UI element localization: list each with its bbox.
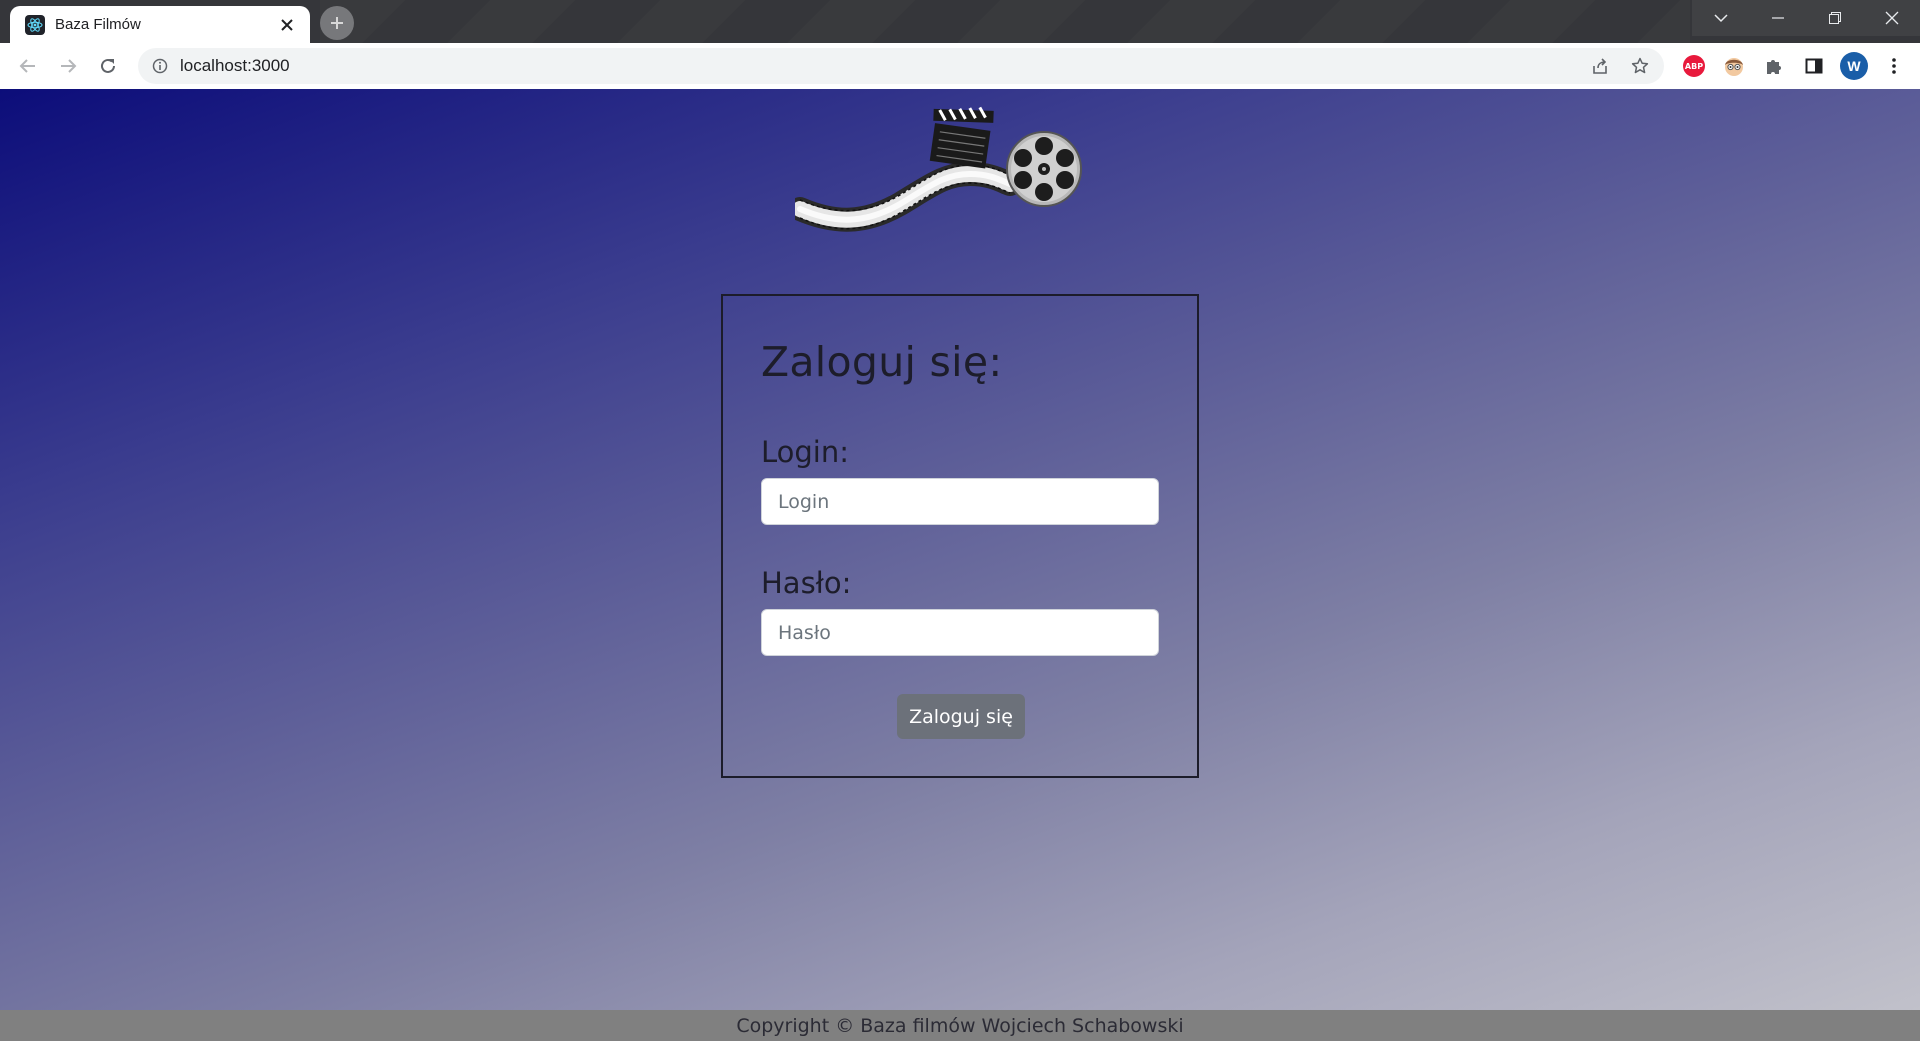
password-label: Hasło: (761, 566, 852, 600)
back-button[interactable] (10, 48, 46, 84)
address-url[interactable]: localhost:3000 (180, 56, 1584, 76)
tab-title: Baza Filmów (55, 16, 141, 33)
restore-button[interactable] (1806, 0, 1863, 36)
login-submit-button[interactable]: Zaloguj się (897, 694, 1025, 739)
tab-search-button[interactable] (1692, 0, 1749, 36)
profile-button[interactable]: W (1836, 48, 1872, 84)
close-icon (1885, 11, 1898, 25)
adblock-icon: ABP (1683, 55, 1705, 77)
react-atom-icon (25, 14, 45, 35)
page-footer: Copyright © Baza filmów Wojciech Schabow… (0, 1010, 1920, 1041)
arrow-right-icon (61, 59, 77, 73)
bookmark-star-icon[interactable] (1624, 50, 1656, 82)
login-input[interactable] (761, 478, 1159, 525)
kebab-menu-icon (1892, 58, 1896, 74)
puzzle-icon (1767, 60, 1781, 74)
avatar: W (1840, 52, 1868, 80)
extensions-area: ABP W (1676, 48, 1916, 84)
close-window-button[interactable] (1863, 0, 1920, 36)
tab-close-icon[interactable] (276, 14, 298, 36)
copyright-text: Copyright © Baza filmów Wojciech Schabow… (736, 1014, 1184, 1037)
chevron-down-icon (1713, 14, 1728, 23)
face-icon (1725, 58, 1743, 76)
minimize-button[interactable] (1749, 0, 1806, 36)
address-bar[interactable]: localhost:3000 (138, 48, 1664, 84)
plus-icon (331, 17, 343, 29)
side-panel-button[interactable] (1796, 48, 1832, 84)
menu-button[interactable] (1876, 48, 1912, 84)
page-viewport: Zaloguj się: Login: Hasło: Zaloguj się C… (0, 89, 1920, 1041)
new-tab-button[interactable] (320, 6, 354, 40)
reload-button[interactable] (90, 48, 126, 84)
face-extension[interactable] (1716, 48, 1752, 84)
adblock-plus-extension[interactable]: ABP (1676, 48, 1712, 84)
film-logo (788, 104, 1085, 234)
browser-toolbar: localhost:3000 ABP W (0, 43, 1920, 89)
password-input[interactable] (761, 609, 1159, 656)
login-label: Login: (761, 435, 850, 469)
restore-icon (1828, 12, 1841, 24)
tabstrip-background (320, 0, 1690, 43)
side-panel-icon (1805, 58, 1823, 74)
film-reel-clapperboard-icon (788, 106, 1082, 232)
forward-button[interactable] (50, 48, 86, 84)
login-form: Zaloguj się: Login: Hasło: Zaloguj się (721, 294, 1199, 778)
arrow-left-icon (19, 59, 35, 73)
browser-tab-active[interactable]: Baza Filmów (10, 6, 310, 43)
share-icon[interactable] (1584, 50, 1616, 82)
minimize-icon (1771, 17, 1784, 19)
info-icon[interactable] (150, 56, 170, 76)
login-title: Zaloguj się: (761, 338, 1003, 386)
browser-tabstrip: Baza Filmów (0, 0, 1920, 43)
window-controls (1692, 0, 1920, 36)
extensions-button[interactable] (1756, 48, 1792, 84)
reload-icon (101, 58, 115, 73)
